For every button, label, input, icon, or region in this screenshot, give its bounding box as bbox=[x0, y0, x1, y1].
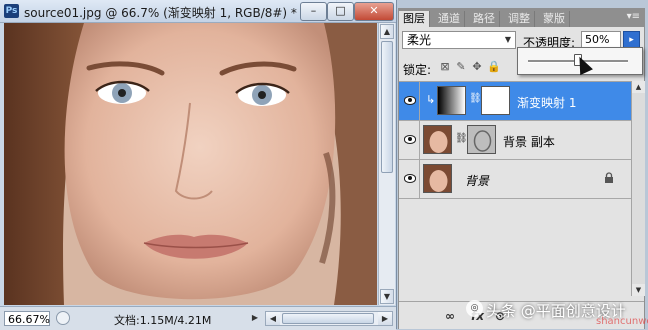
image-canvas[interactable] bbox=[4, 23, 377, 305]
mask-thumbnail[interactable] bbox=[467, 125, 496, 154]
eye-icon bbox=[404, 174, 416, 183]
document-title: source01.jpg @ 66.7% (渐变映射 1, RGB/8#) * bbox=[24, 6, 297, 20]
close-button[interactable]: ✕ bbox=[354, 2, 394, 21]
layer-name: 背景 bbox=[465, 174, 490, 188]
eye-icon bbox=[404, 96, 416, 105]
lock-position-move-icon[interactable]: ✥ bbox=[471, 61, 483, 73]
lock-all-icon[interactable]: 🔒 bbox=[487, 61, 501, 73]
tab-paths[interactable]: 路径 bbox=[469, 11, 500, 27]
lock-label: 锁定: bbox=[403, 63, 432, 77]
scroll-up-arrow-icon[interactable]: ▲ bbox=[632, 81, 645, 93]
panel-tab-strip: 图层 通道 路径 调整 蒙版 ▾≡ bbox=[399, 9, 644, 27]
tab-adjustments[interactable]: 调整 bbox=[504, 11, 535, 27]
lock-icon bbox=[605, 172, 613, 183]
mask-face-thumbnail bbox=[468, 126, 495, 153]
adjustment-thumbnail[interactable] bbox=[437, 86, 466, 115]
blend-mode-select[interactable]: 柔光 ▼ bbox=[402, 31, 516, 49]
horizontal-scroll-thumb[interactable] bbox=[282, 313, 374, 324]
chain-link-icon[interactable]: ⛓ bbox=[455, 133, 468, 144]
vertical-scroll-thumb[interactable] bbox=[381, 41, 393, 173]
visibility-toggle[interactable] bbox=[399, 82, 420, 120]
panel-menu-icon[interactable]: ▾≡ bbox=[627, 11, 640, 22]
face-thumbnail bbox=[424, 126, 451, 153]
tab-layers[interactable]: 图层 bbox=[399, 11, 430, 27]
scroll-down-arrow-icon[interactable]: ▼ bbox=[380, 289, 394, 304]
face-thumbnail bbox=[424, 165, 451, 192]
maximize-button[interactable]: □ bbox=[327, 2, 354, 21]
layer-name: 背景 副本 bbox=[503, 135, 555, 149]
canvas-vertical-scrollbar[interactable]: ▲ ▼ bbox=[378, 23, 395, 305]
eye-icon bbox=[404, 135, 416, 144]
layer-row-gradient-map[interactable]: ↳ ⛓ 渐变映射 1 bbox=[399, 82, 631, 121]
document-titlebar[interactable]: Ps source01.jpg @ 66.7% (渐变映射 1, RGB/8#)… bbox=[0, 0, 396, 23]
layer-row-background[interactable]: 背景 bbox=[399, 160, 631, 199]
minimize-button[interactable]: – bbox=[300, 2, 327, 21]
layer-name: 渐变映射 1 bbox=[517, 96, 577, 110]
link-layers-icon[interactable]: ∞ bbox=[445, 309, 455, 323]
visibility-toggle[interactable] bbox=[399, 121, 420, 159]
visibility-toggle[interactable] bbox=[399, 160, 420, 198]
zoom-level-field[interactable]: 66.67% bbox=[4, 311, 50, 326]
status-options-icon[interactable] bbox=[56, 311, 70, 325]
layers-scrollbar[interactable]: ▲ ▼ bbox=[631, 81, 645, 296]
layer-thumbnail[interactable] bbox=[423, 125, 452, 154]
tab-masks[interactable]: 蒙版 bbox=[539, 11, 570, 27]
document-window: Ps source01.jpg @ 66.7% (渐变映射 1, RGB/8#)… bbox=[0, 0, 397, 330]
layer-thumbnail[interactable] bbox=[423, 164, 452, 193]
scroll-left-arrow-icon[interactable]: ◀ bbox=[266, 312, 280, 325]
lock-transparency-icon[interactable]: ⊠ bbox=[439, 61, 451, 73]
lock-image-brush-icon[interactable]: ✎ bbox=[455, 61, 467, 73]
mask-thumbnail[interactable] bbox=[481, 86, 510, 115]
scroll-right-arrow-icon[interactable]: ▶ bbox=[378, 312, 392, 325]
status-bar: 66.67% 文档:1.15M/4.21M ▶ ◀ ▶ bbox=[0, 306, 396, 330]
clipping-arrow-icon: ↳ bbox=[426, 93, 436, 106]
canvas-horizontal-scrollbar[interactable]: ◀ ▶ bbox=[265, 311, 393, 326]
tab-channels[interactable]: 通道 bbox=[434, 11, 465, 27]
blend-mode-value: 柔光 bbox=[407, 33, 432, 47]
document-size-info: 文档:1.15M/4.21M bbox=[114, 314, 212, 327]
layers-list: ↳ ⛓ 渐变映射 1 ⛓ 背景 副本 背景 bbox=[399, 81, 631, 199]
info-menu-arrow-icon[interactable]: ▶ bbox=[248, 311, 262, 325]
corner-watermark: shancunwei bbox=[596, 316, 648, 327]
scroll-up-arrow-icon[interactable]: ▲ bbox=[380, 24, 394, 39]
photoshop-icon: Ps bbox=[4, 4, 19, 18]
chain-link-icon[interactable]: ⛓ bbox=[469, 93, 482, 104]
layer-row-background-copy[interactable]: ⛓ 背景 副本 bbox=[399, 121, 631, 160]
watermark-logo-icon: ◎ bbox=[466, 300, 483, 317]
scroll-down-arrow-icon[interactable]: ▼ bbox=[632, 284, 645, 296]
portrait-photo bbox=[4, 23, 377, 305]
chevron-down-icon: ▼ bbox=[504, 35, 511, 44]
